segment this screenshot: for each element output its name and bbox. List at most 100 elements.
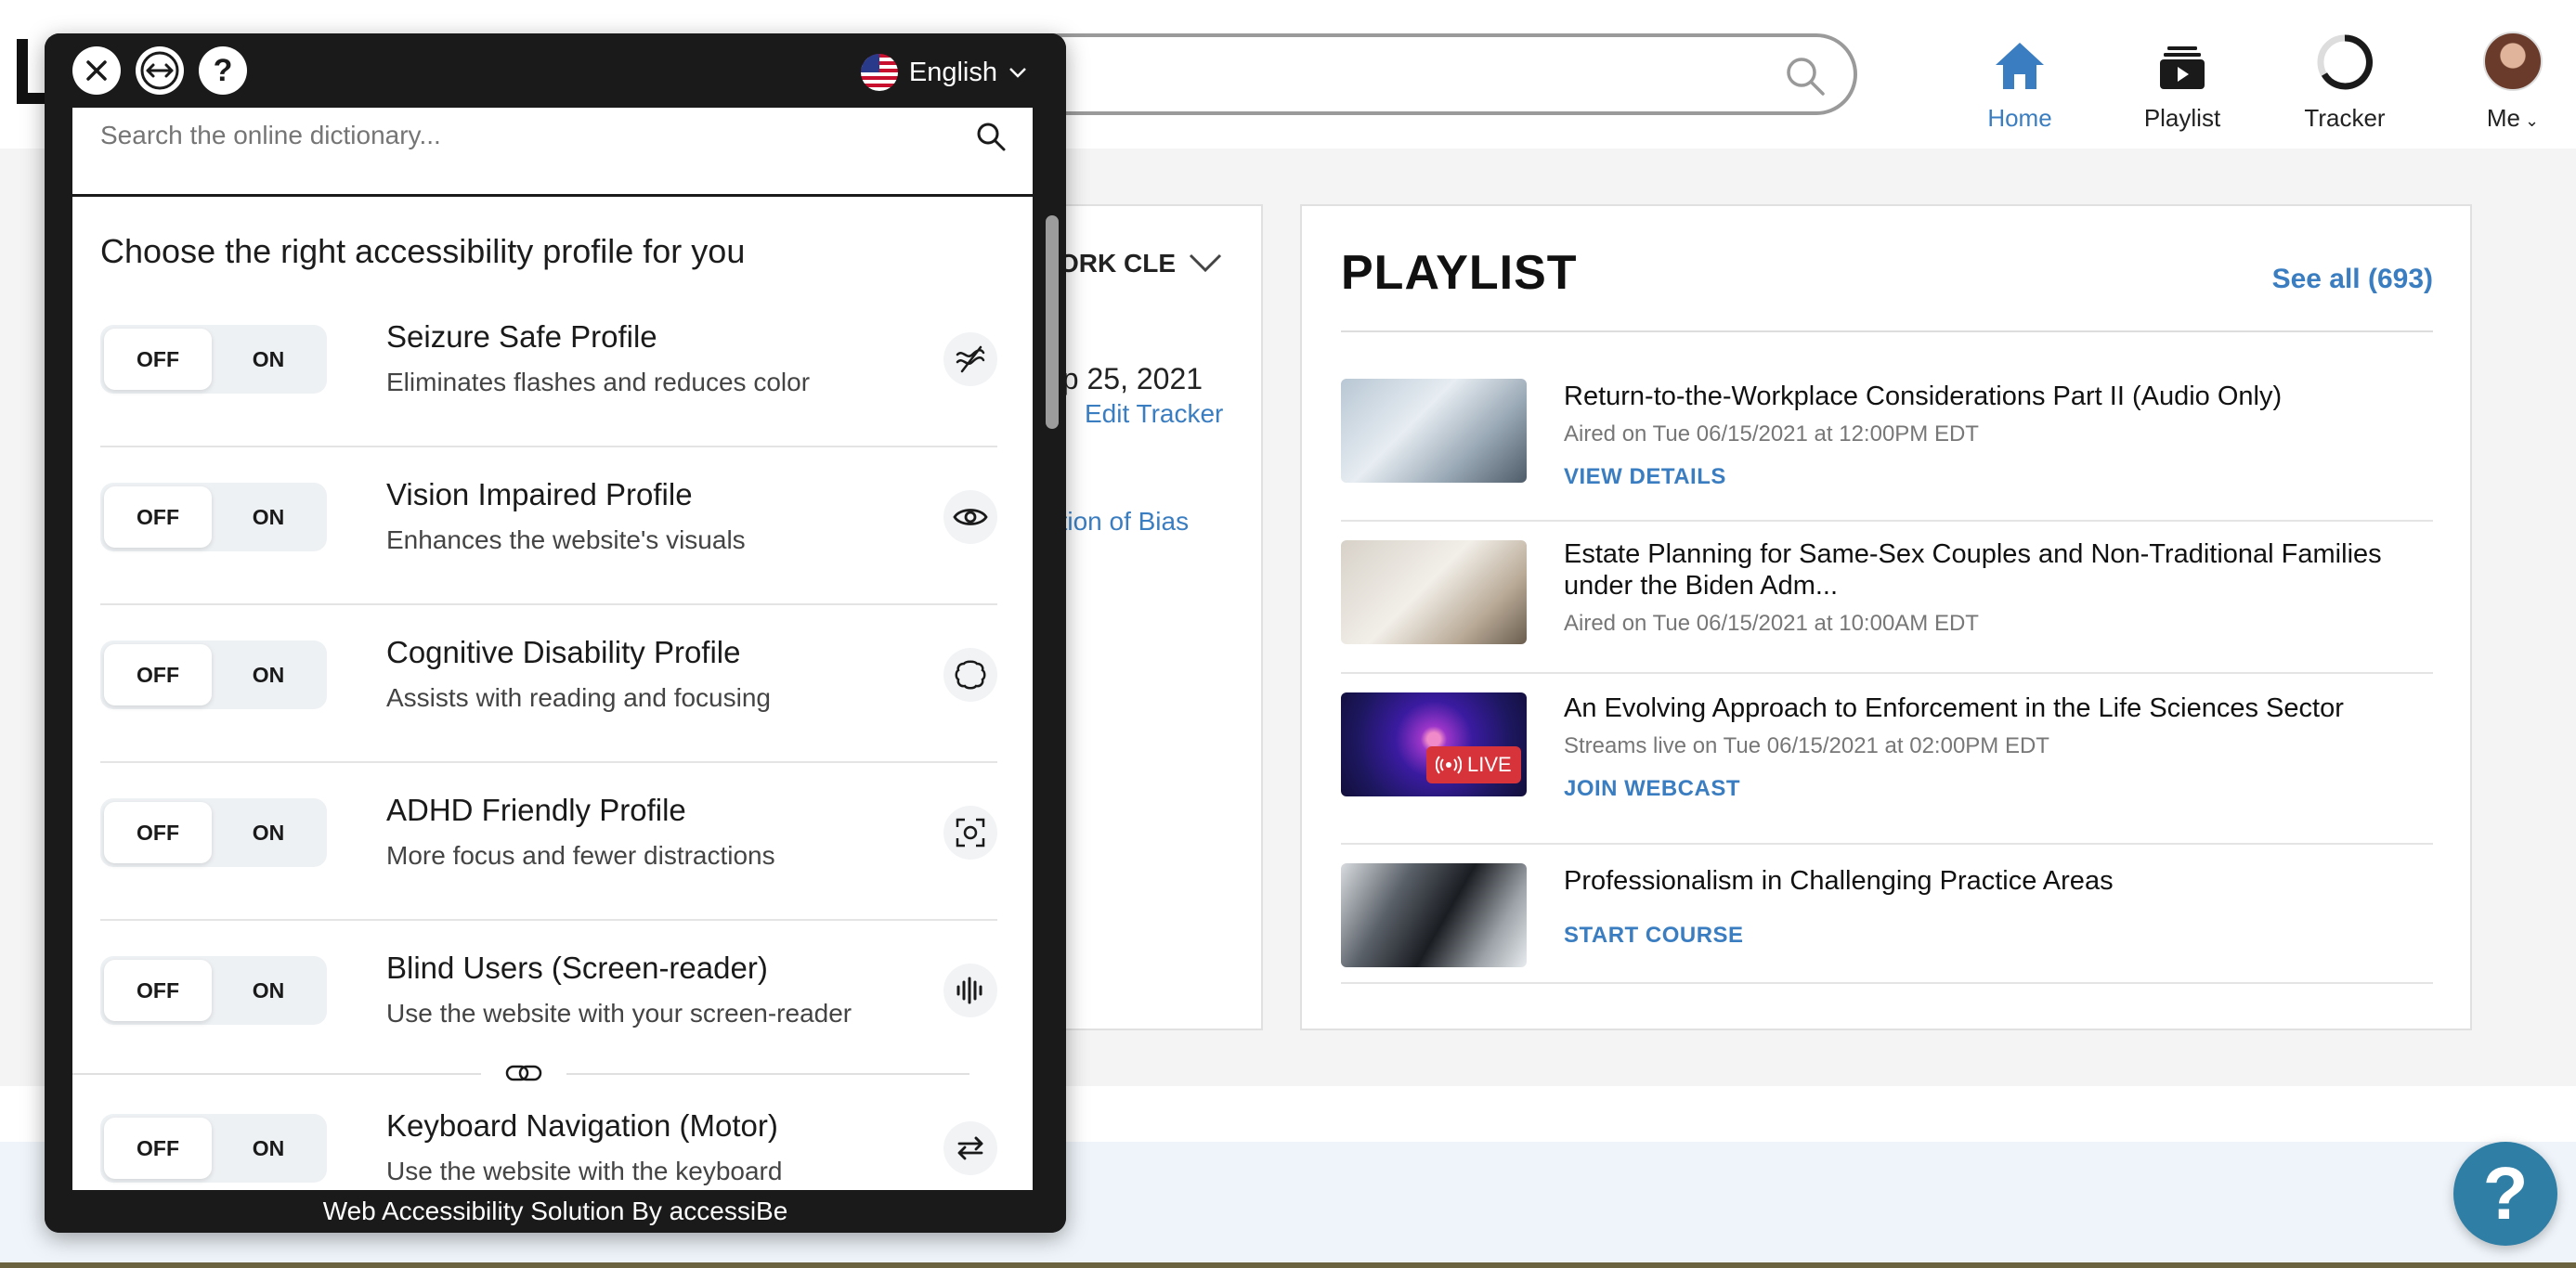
close-button[interactable] — [72, 46, 121, 95]
close-icon — [86, 60, 107, 81]
playlist-item[interactable]: LIVE An Evolving Approach to Enforcement… — [1341, 674, 2433, 845]
playlist-icon — [2160, 46, 2205, 89]
playlist-card: PLAYLIST See all (693) Return-to-the-Wor… — [1300, 204, 2472, 1030]
toggle-on[interactable]: ON — [214, 802, 323, 863]
site-search-bar[interactable] — [929, 33, 1857, 115]
playlist-thumbnail[interactable]: LIVE — [1341, 692, 1527, 796]
course-link[interactable]: ation of Bias — [1046, 507, 1189, 537]
tracker-icon — [2317, 34, 2373, 90]
profile-title: Vision Impaired Profile — [386, 477, 693, 511]
profile-cognitive-disability: OFF ON Cognitive Disability Profile Assi… — [100, 605, 997, 763]
search-icon[interactable] — [975, 121, 1007, 152]
language-selector[interactable]: English — [860, 54, 1027, 91]
nav-home[interactable]: Home — [1969, 30, 2071, 133]
playlist-item[interactable]: Professionalism in Challenging Practice … — [1341, 845, 2433, 984]
tracker-card-heading[interactable]: ORK CLE — [1059, 249, 1222, 278]
live-badge-label: LIVE — [1467, 753, 1512, 776]
playlist-item[interactable]: Return-to-the-Workplace Considerations P… — [1341, 362, 2433, 522]
toggle-on[interactable]: ON — [214, 329, 323, 390]
panel-scrollbar[interactable] — [1046, 215, 1059, 429]
profile-title: Blind Users (Screen-reader) — [386, 951, 768, 985]
arrows-icon — [943, 1121, 997, 1175]
search-icon[interactable] — [1785, 56, 1826, 97]
panel-footer-credit[interactable]: Web Accessibility Solution By accessiBe — [45, 1190, 1066, 1233]
playlist-thumbnail[interactable] — [1341, 379, 1527, 483]
profile-toggle[interactable]: OFF ON — [100, 483, 327, 551]
playlist-item-title[interactable]: Estate Planning for Same-Sex Couples and… — [1564, 538, 2433, 602]
toggle-off[interactable]: OFF — [104, 644, 212, 705]
toggle-off[interactable]: OFF — [104, 486, 212, 548]
profile-description: Use the website with the keyboard — [386, 1157, 783, 1185]
panel-toolbar: ? English — [45, 33, 1066, 108]
panel-help-button[interactable]: ? — [199, 46, 247, 95]
playlist-item-meta: Aired on Tue 06/15/2021 at 12:00PM EDT — [1564, 421, 1979, 446]
start-course-link[interactable]: START COURSE — [1564, 923, 2433, 949]
profile-toggle[interactable]: OFF ON — [100, 640, 327, 709]
soundwave-icon — [943, 964, 997, 1017]
profile-description: Enhances the website's visuals — [386, 525, 746, 554]
tracker-card-heading-text: ORK CLE — [1059, 249, 1176, 278]
profile-blind-users: OFF ON Blind Users (Screen-reader) Use t… — [100, 921, 997, 1060]
chevron-down-icon — [1009, 68, 1026, 78]
chevron-down-icon: ⌄ — [2520, 111, 2540, 130]
profiles-heading: Choose the right accessibility profile f… — [100, 232, 746, 270]
playlist-item[interactable]: Estate Planning for Same-Sex Couples and… — [1341, 522, 2433, 674]
playlist-item-title[interactable]: Return-to-the-Workplace Considerations P… — [1564, 381, 2433, 412]
profile-seizure-safe: OFF ON Seizure Safe Profile Eliminates f… — [100, 290, 997, 447]
playlist-thumbnail[interactable] — [1341, 863, 1527, 967]
profile-adhd-friendly: OFF ON ADHD Friendly Profile More focus … — [100, 763, 997, 921]
nav-playlist[interactable]: Playlist — [2127, 30, 2238, 133]
help-button[interactable]: ? — [2453, 1142, 2557, 1246]
profile-description: Use the website with your screen-reader — [386, 999, 852, 1028]
profile-description: More focus and fewer distractions — [386, 841, 775, 870]
profile-toggle[interactable]: OFF ON — [100, 956, 327, 1025]
profile-title: Seizure Safe Profile — [386, 319, 657, 354]
chevron-down-icon — [1189, 253, 1222, 273]
question-icon: ? — [213, 52, 233, 88]
profile-toggle[interactable]: OFF ON — [100, 325, 327, 394]
divider — [0, 1262, 2576, 1268]
nav-me-text: Me — [2486, 104, 2521, 132]
edit-tracker-link[interactable]: Edit Tracker — [1085, 399, 1223, 429]
profile-title: Keyboard Navigation (Motor) — [386, 1108, 778, 1143]
dictionary-search-input[interactable] — [100, 108, 936, 163]
playlist-item-title[interactable]: An Evolving Approach to Enforcement in t… — [1564, 692, 2433, 724]
toggle-on[interactable]: ON — [214, 960, 323, 1021]
profile-toggle[interactable]: OFF ON — [100, 1114, 327, 1183]
nav-me[interactable]: Me ⌄ — [2478, 30, 2548, 133]
move-panel-button[interactable] — [136, 46, 184, 95]
nav-tracker-label: Tracker — [2304, 104, 2386, 132]
profile-title: Cognitive Disability Profile — [386, 635, 741, 669]
us-flag-icon — [860, 54, 898, 91]
toggle-on[interactable]: ON — [214, 644, 323, 705]
nav-home-label: Home — [1987, 104, 2052, 132]
toggle-on[interactable]: ON — [214, 1118, 323, 1179]
see-all-link[interactable]: See all (693) — [2272, 264, 2433, 295]
focus-icon — [943, 806, 997, 860]
toggle-off[interactable]: OFF — [104, 960, 212, 1021]
language-label: English — [908, 57, 997, 87]
join-webcast-link[interactable]: JOIN WEBCAST — [1564, 776, 2433, 802]
brain-icon — [943, 648, 997, 702]
profile-vision-impaired: OFF ON Vision Impaired Profile Enhances … — [100, 447, 997, 605]
playlist-item-title[interactable]: Professionalism in Challenging Practice … — [1564, 865, 2433, 897]
profile-description: Assists with reading and focusing — [386, 683, 771, 712]
seizure-icon — [943, 332, 997, 386]
profile-toggle[interactable]: OFF ON — [100, 798, 327, 867]
divider — [1341, 330, 2433, 332]
nav-playlist-label: Playlist — [2143, 104, 2221, 132]
tracker-date: ep 25, 2021 — [1046, 362, 1203, 395]
toggle-off[interactable]: OFF — [104, 1118, 212, 1179]
broadcast-icon — [1436, 756, 1462, 774]
toggle-off[interactable]: OFF — [104, 802, 212, 863]
playlist-thumbnail[interactable] — [1341, 540, 1527, 644]
move-horizontal-icon — [140, 51, 179, 90]
avatar[interactable] — [2483, 32, 2543, 91]
toggle-off[interactable]: OFF — [104, 329, 212, 390]
playlist-item-meta: Aired on Tue 06/15/2021 at 10:00AM EDT — [1564, 611, 1979, 636]
toggle-on[interactable]: ON — [214, 486, 323, 548]
eye-icon — [943, 490, 997, 544]
view-details-link[interactable]: VIEW DETAILS — [1564, 464, 2433, 490]
live-badge: LIVE — [1426, 746, 1521, 783]
nav-tracker[interactable]: Tracker — [2289, 30, 2400, 133]
